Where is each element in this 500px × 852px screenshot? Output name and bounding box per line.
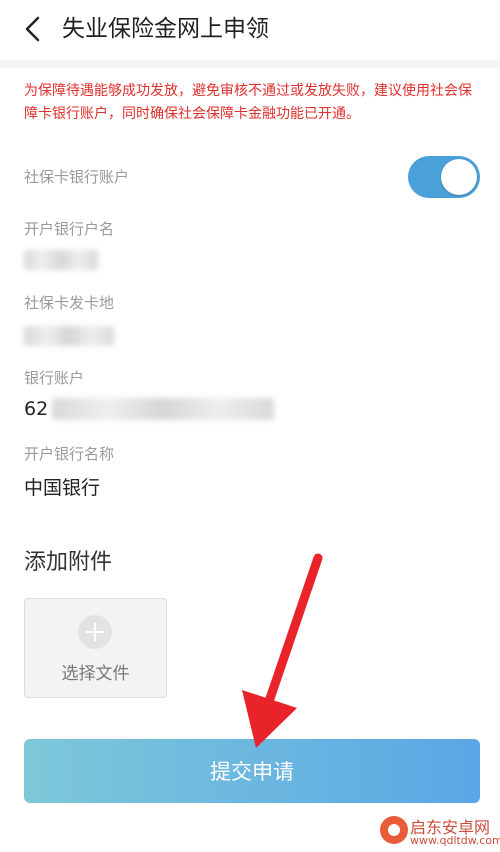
account-name-label: 开户银行户名 xyxy=(24,220,115,238)
toggle-knob xyxy=(441,159,477,195)
bank-account-label: 银行账户 xyxy=(24,369,85,387)
card-issue-place-label: 社保卡发卡地 xyxy=(24,294,115,312)
back-arrow-icon[interactable] xyxy=(18,14,48,44)
app-header: 失业保险金网上申领 xyxy=(0,0,500,60)
plus-icon xyxy=(78,615,112,649)
social-card-account-label: 社保卡银行账户 xyxy=(24,168,130,186)
bank-name-value: 中国银行 xyxy=(24,477,101,499)
bank-name-label: 开户银行名称 xyxy=(24,445,115,463)
bank-account-value-blurred xyxy=(52,398,274,420)
page-title: 失业保险金网上申领 xyxy=(62,16,269,42)
attachments-section-title: 添加附件 xyxy=(24,550,113,575)
submit-label: 提交申请 xyxy=(210,760,294,784)
header-divider xyxy=(0,60,500,68)
watermark-subtext: www.qdltdw.com xyxy=(410,834,500,847)
select-file-button[interactable]: 选择文件 xyxy=(24,598,167,698)
social-card-account-toggle[interactable] xyxy=(408,156,480,198)
card-issue-place-value-blurred xyxy=(24,326,114,346)
red-arrow-annotation xyxy=(242,553,323,748)
account-name-value-blurred xyxy=(24,250,98,270)
bank-account-prefix: 62 xyxy=(24,398,49,420)
select-file-label: 选择文件 xyxy=(61,664,130,684)
notice-text: 为保障待遇能够成功发放，避免审核不通过或发放失败，建议使用社会保障卡银行账户，同… xyxy=(24,83,472,122)
submit-application-button[interactable]: 提交申请 xyxy=(24,739,480,803)
